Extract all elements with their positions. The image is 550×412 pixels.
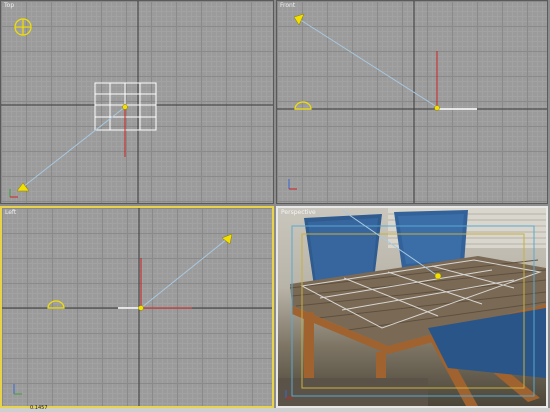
light-target-icon — [47, 300, 65, 309]
target-icon — [122, 104, 128, 110]
viewport-perspective[interactable]: Perspective — [276, 206, 548, 408]
axis-gizmo-icon — [9, 189, 18, 198]
viewport-front[interactable]: Front — [276, 0, 548, 204]
axis-gizmo-icon — [13, 384, 22, 395]
viewport-top-scene — [1, 1, 273, 203]
target-icon — [138, 305, 144, 311]
axis-gizmo-icon — [288, 179, 297, 190]
target-icon — [434, 272, 442, 280]
viewport-top[interactable]: Top — [0, 0, 274, 204]
viewport-front-scene — [277, 1, 547, 203]
viewport-left[interactable]: Left — [0, 206, 274, 408]
ground — [278, 378, 428, 406]
viewport-label: Perspective — [281, 209, 316, 216]
status-readout: 0.1457 — [30, 405, 48, 411]
camera-target-line — [298, 18, 438, 108]
camera-icon — [14, 18, 32, 36]
camera-target-line — [22, 106, 126, 188]
perspective-scene — [278, 208, 546, 406]
status-bar: 0.1457 — [0, 405, 550, 412]
light-target-icon — [294, 101, 312, 110]
camera-icon — [221, 233, 233, 245]
viewport-left-scene — [2, 208, 272, 406]
target-icon — [434, 105, 440, 111]
camera-icon — [293, 13, 305, 26]
camera-target-line — [140, 238, 228, 309]
